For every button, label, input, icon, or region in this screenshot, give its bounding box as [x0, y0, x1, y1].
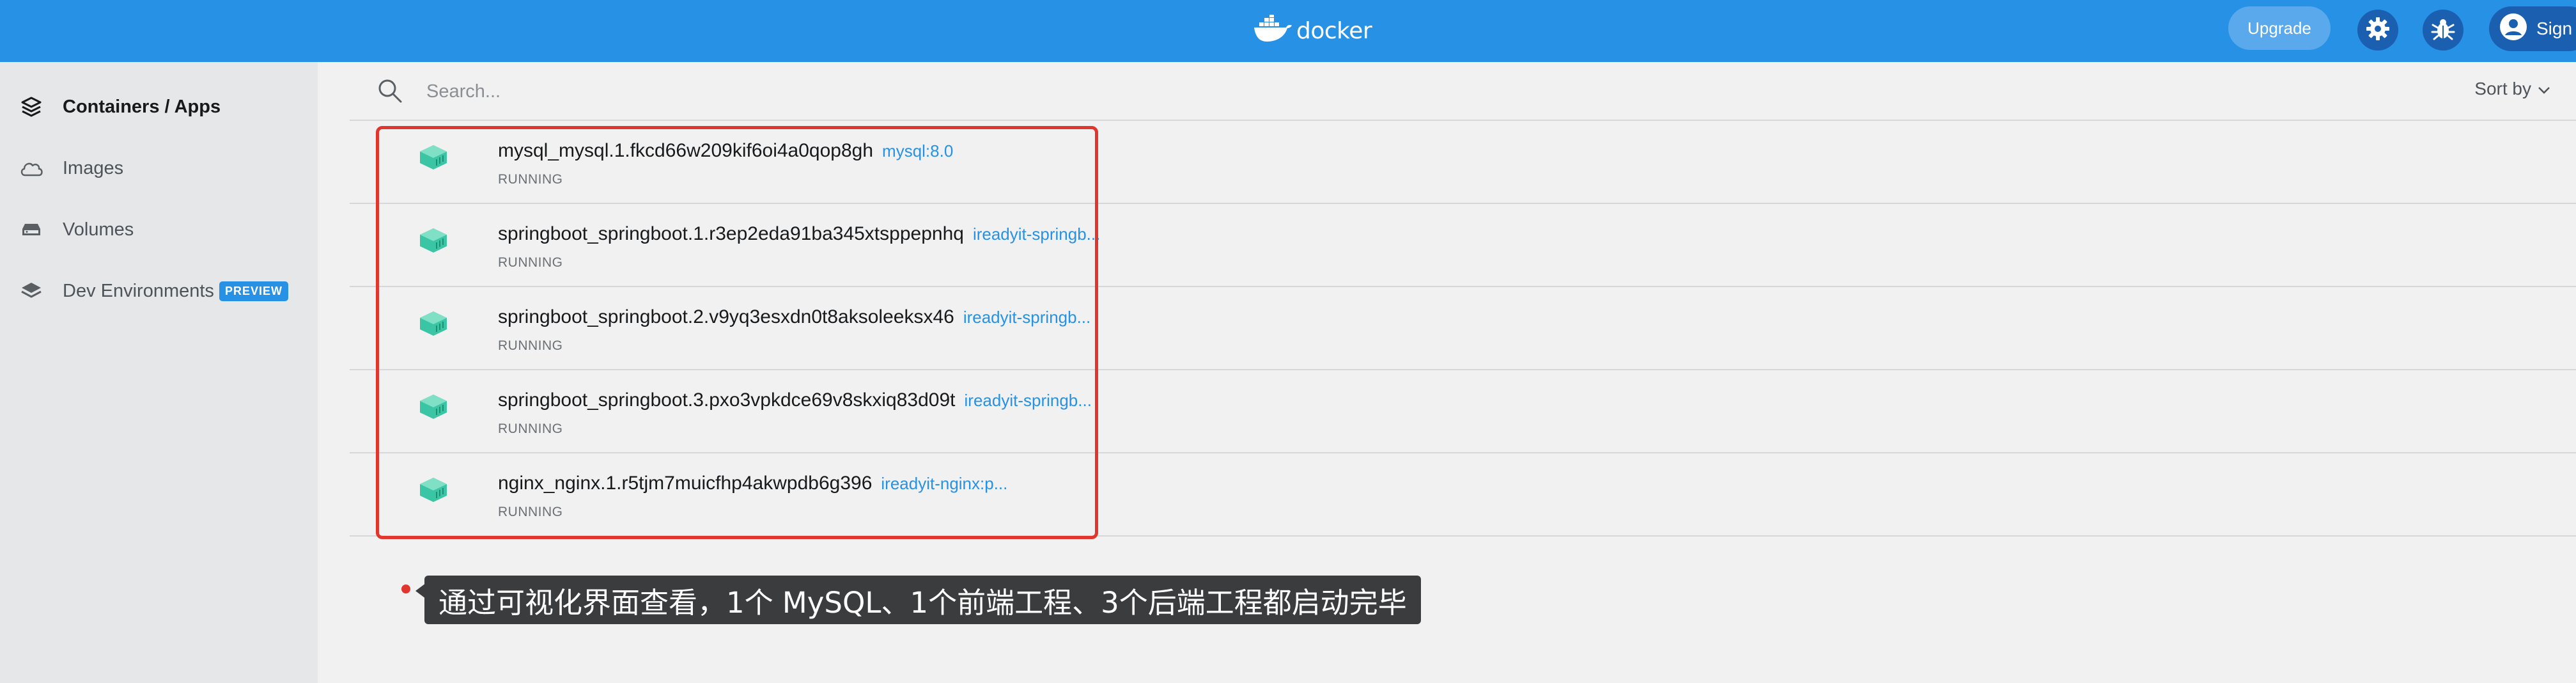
chevron-down-icon [2538, 79, 2550, 99]
whale-icon [1253, 13, 1292, 47]
search-icon [376, 77, 403, 107]
search-input[interactable] [425, 76, 1450, 107]
sidebar: Containers / Apps Images Volumes Dev Env… [0, 62, 318, 683]
highlight-box [376, 126, 1098, 539]
annotation-caption: 通过可视化界面查看，1个 MySQL、1个前端工程、3个后端工程都启动完毕 [424, 576, 1421, 624]
sidebar-item-containers[interactable]: Containers / Apps [19, 94, 221, 120]
settings-button[interactable] [2357, 10, 2398, 51]
sort-by-dropdown[interactable]: Sort by [2474, 79, 2550, 99]
gear-icon [2365, 16, 2391, 45]
search-bar: Sort by [350, 62, 2576, 121]
top-bar: docker Upgrade Sign [0, 0, 2576, 62]
sort-by-label: Sort by [2474, 79, 2531, 98]
cloud-icon [19, 156, 43, 180]
sidebar-item-images[interactable]: Images [19, 155, 123, 181]
sidebar-item-label: Images [63, 157, 124, 178]
sidebar-item-label: Volumes [63, 219, 134, 240]
bug-icon [2430, 16, 2456, 45]
upgrade-button[interactable]: Upgrade [2228, 6, 2331, 50]
layers-icon [19, 279, 43, 303]
sidebar-item-volumes[interactable]: Volumes [19, 217, 134, 242]
sign-in-button[interactable]: Sign [2489, 6, 2576, 51]
sign-in-label: Sign [2536, 19, 2573, 38]
sidebar-item-dev-environments[interactable]: Dev Environments PREVIEW [19, 278, 288, 304]
drive-icon [19, 217, 43, 242]
stack-icon [19, 95, 43, 119]
preview-badge: PREVIEW [219, 281, 288, 301]
sidebar-item-label: Dev Environments [63, 280, 214, 301]
troubleshoot-button[interactable] [2423, 10, 2463, 51]
annotation-dot [401, 585, 410, 593]
sidebar-item-label: Containers / Apps [63, 96, 221, 117]
user-icon [2499, 13, 2527, 45]
brand-name: docker [1296, 17, 1372, 44]
docker-logo: docker [1253, 12, 1372, 50]
